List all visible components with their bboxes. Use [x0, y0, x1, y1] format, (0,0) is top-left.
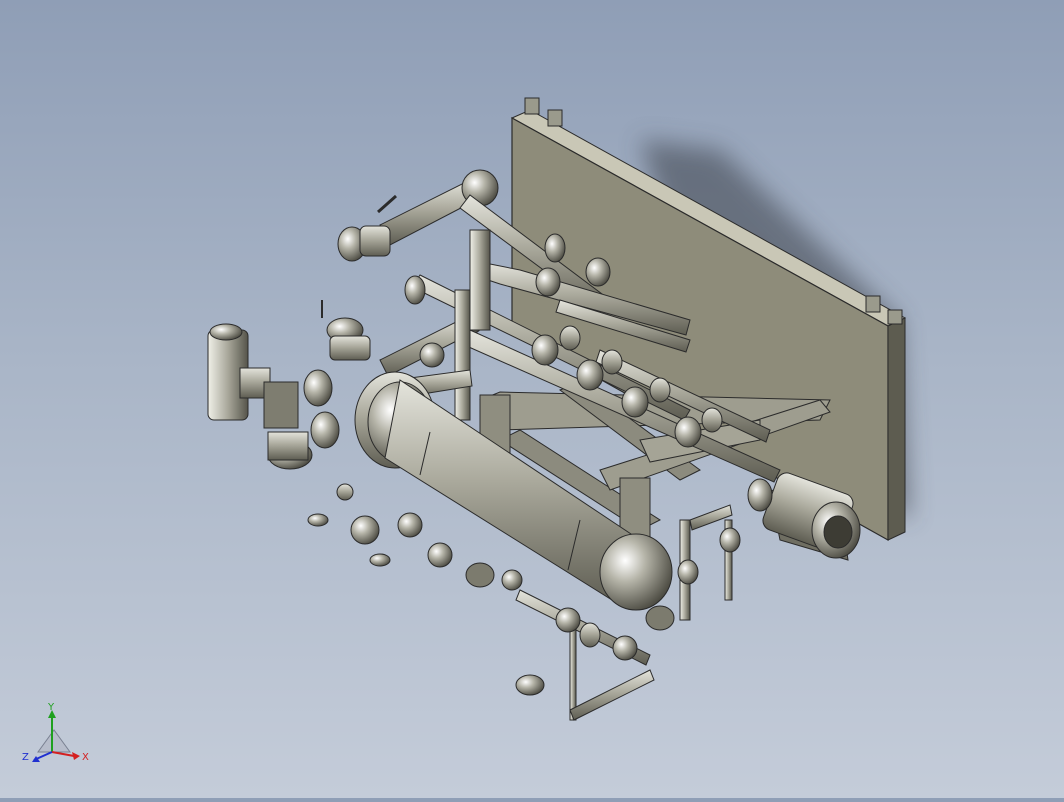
triad-base [37, 729, 71, 753]
y-axis-label: Y [47, 702, 55, 713]
x-axis-line [51, 751, 75, 757]
ball-valve[interactable] [321, 300, 371, 361]
coordinate-triad[interactable]: Y X Z [18, 700, 98, 780]
z-axis-label: Z [22, 752, 29, 763]
x-axis-label: X [82, 752, 89, 763]
model-canvas[interactable] [0, 0, 1064, 798]
gearbox[interactable] [207, 323, 340, 470]
3d-viewport[interactable]: Y X Z [0, 0, 1064, 798]
x-axis-arrow-icon [72, 752, 80, 760]
ball-valve[interactable] [337, 194, 397, 262]
